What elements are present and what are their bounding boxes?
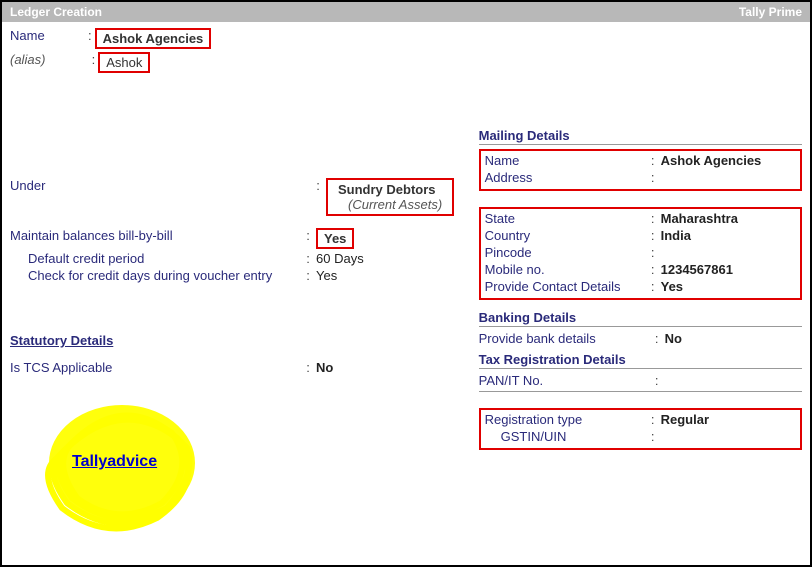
under-group: (Current Assets): [338, 197, 442, 212]
banking-heading: Banking Details: [479, 310, 802, 327]
bank-label: Provide bank details: [479, 331, 649, 346]
country-input[interactable]: India: [661, 228, 691, 243]
colon: :: [88, 28, 92, 49]
mbb-input[interactable]: Yes: [316, 228, 354, 249]
gstin-label: GSTIN/UIN: [501, 429, 645, 444]
regtype-input[interactable]: Regular: [661, 412, 709, 427]
bank-input[interactable]: No: [665, 331, 682, 346]
mobile-label: Mobile no.: [485, 262, 645, 277]
name-input[interactable]: Ashok Agencies: [95, 28, 212, 49]
state-input[interactable]: Maharashtra: [661, 211, 738, 226]
contact-label: Provide Contact Details: [485, 279, 645, 294]
mailing-heading: Mailing Details: [479, 128, 802, 145]
watermark-link[interactable]: Tallyadvice: [72, 453, 157, 471]
mail-name-input[interactable]: Ashok Agencies: [661, 153, 762, 168]
pincode-label: Pincode: [485, 245, 645, 260]
mailing-name-box: Name : Ashok Agencies Address :: [479, 149, 802, 191]
country-label: Country: [485, 228, 645, 243]
statutory-heading: Statutory Details: [10, 333, 463, 348]
tax-heading: Tax Registration Details: [479, 352, 802, 369]
title-right: Tally Prime: [739, 5, 802, 19]
name-label: Name: [10, 28, 85, 49]
title-bar: Ledger Creation Tally Prime: [2, 2, 810, 22]
tcs-label: Is TCS Applicable: [10, 360, 300, 375]
credit-period-input[interactable]: 60 Days: [316, 251, 364, 266]
tcs-input[interactable]: No: [316, 360, 333, 375]
credit-check-input[interactable]: Yes: [316, 268, 337, 283]
watermark-scribble: Tallyadvice: [32, 383, 212, 543]
mbb-label: Maintain balances bill-by-bill: [10, 228, 300, 243]
state-label: State: [485, 211, 645, 226]
mobile-input[interactable]: 1234567861: [661, 262, 733, 277]
title-left: Ledger Creation: [10, 5, 102, 19]
registration-box: Registration type : Regular GSTIN/UIN :: [479, 408, 802, 450]
under-label: Under: [10, 178, 310, 193]
regtype-label: Registration type: [485, 412, 645, 427]
alias-label: (alias): [10, 52, 85, 73]
under-value: Sundry Debtors: [338, 182, 436, 197]
credit-check-label: Check for credit days during voucher ent…: [28, 268, 300, 283]
credit-period-label: Default credit period: [28, 251, 300, 266]
address-label: Address: [485, 170, 645, 185]
contact-input[interactable]: Yes: [661, 279, 683, 294]
under-group-box[interactable]: Sundry Debtors (Current Assets): [326, 178, 454, 216]
mail-name-label: Name: [485, 153, 645, 168]
pan-label: PAN/IT No.: [479, 373, 649, 388]
alias-input[interactable]: Ashok: [98, 52, 150, 73]
mailing-loc-box: State : Maharashtra Country : India Pinc…: [479, 207, 802, 300]
